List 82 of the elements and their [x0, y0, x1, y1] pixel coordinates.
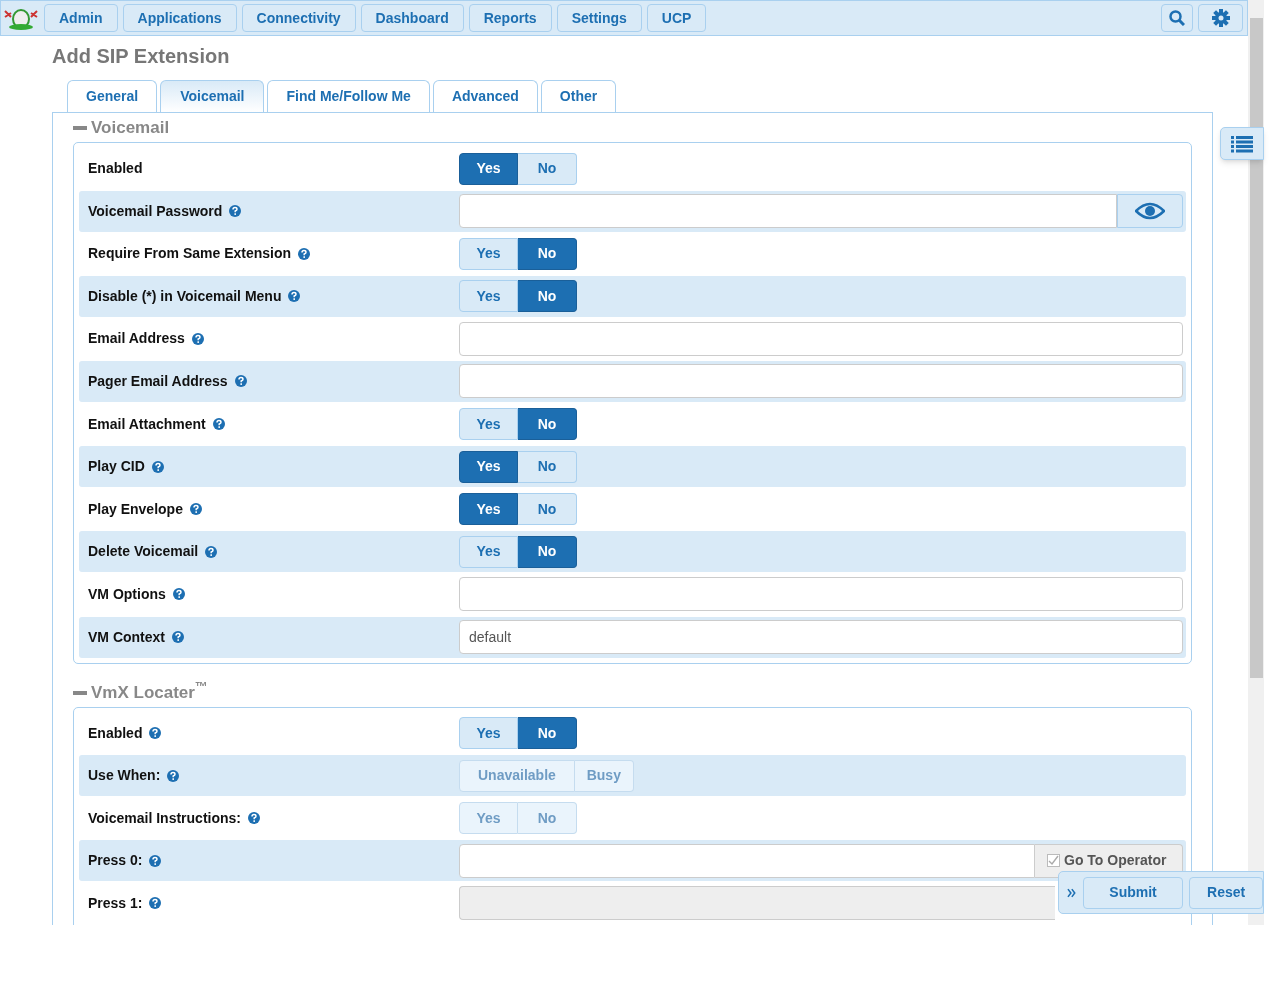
search-icon: [1169, 10, 1185, 26]
field-label: Email Attachment: [88, 414, 206, 434]
section-heading: VmX Locater$^{™}$: [91, 679, 208, 704]
toggle-option[interactable]: Yes: [459, 237, 518, 270]
nav-button[interactable]: Settings: [556, 4, 642, 32]
help-icon[interactable]: [212, 418, 225, 431]
text-field[interactable]: [459, 843, 1035, 878]
help-icon[interactable]: [151, 460, 164, 473]
field-label: Play Envelope: [88, 499, 183, 519]
text-field[interactable]: [459, 321, 1183, 356]
field-label: Play CID: [88, 457, 145, 477]
field-label: Delete Voicemail: [88, 542, 199, 562]
double-chevron-icon[interactable]: [1067, 887, 1077, 898]
checkbox-label: Go To Operator: [1064, 851, 1167, 871]
page-title: Add SIP Extension: [52, 44, 231, 69]
field-label: VM Options: [88, 584, 166, 604]
toggle-option[interactable]: No: [518, 408, 577, 441]
toggle-option[interactable]: No: [518, 237, 577, 270]
help-icon[interactable]: [149, 854, 162, 867]
help-icon[interactable]: [234, 375, 247, 388]
toggle-option[interactable]: Yes: [459, 493, 518, 526]
section-heading: Voicemail: [91, 117, 170, 140]
tab[interactable]: Voicemail: [160, 80, 265, 112]
reset-button[interactable]: Reset: [1189, 876, 1263, 909]
help-icon[interactable]: [288, 290, 301, 303]
settings-icon: [1211, 9, 1230, 27]
field-label: Press 1:: [88, 893, 143, 913]
toggle-option[interactable]: No: [518, 152, 577, 185]
field-label: Enabled: [88, 159, 143, 178]
show-password-button[interactable]: [1117, 194, 1183, 229]
nav-button[interactable]: Dashboard: [360, 4, 464, 32]
eye-icon: [1135, 202, 1165, 221]
collapse-icon[interactable]: [73, 690, 87, 695]
toggle-option[interactable]: No: [518, 450, 577, 483]
field-label: Voicemail Password: [88, 201, 223, 221]
nav-button[interactable]: Applications: [122, 4, 237, 32]
field-label: Enabled: [88, 723, 143, 743]
password-field[interactable]: [459, 194, 1117, 229]
help-icon[interactable]: [189, 503, 202, 516]
toggle-option[interactable]: Yes: [459, 280, 518, 313]
help-icon[interactable]: [298, 247, 311, 260]
scrollbar[interactable]: [1248, 0, 1264, 925]
toggle-option[interactable]: Yes: [459, 450, 518, 483]
help-icon[interactable]: [229, 205, 242, 218]
toggle-option[interactable]: No: [518, 280, 577, 313]
settings-button[interactable]: [1198, 4, 1243, 32]
nav-button[interactable]: UCP: [646, 4, 707, 32]
field-label: Press 0:: [88, 851, 143, 871]
search-button[interactable]: [1161, 4, 1193, 32]
nav-button[interactable]: Reports: [468, 4, 552, 32]
toggle-option[interactable]: No: [518, 493, 577, 526]
nav-button[interactable]: Connectivity: [241, 4, 356, 32]
tab[interactable]: General: [67, 80, 158, 112]
field-label: Voicemail Instructions:: [88, 808, 241, 828]
tab[interactable]: Advanced: [432, 80, 538, 112]
help-icon[interactable]: [205, 545, 218, 558]
tab[interactable]: Other: [540, 80, 617, 112]
text-field[interactable]: default: [459, 620, 1183, 655]
nav-button[interactable]: Admin: [44, 4, 118, 32]
toggle-option[interactable]: Yes: [459, 152, 518, 185]
text-field[interactable]: [459, 577, 1183, 612]
field-label: Email Address: [88, 329, 185, 349]
field-label: Pager Email Address: [88, 371, 228, 391]
outline-button[interactable]: [1220, 127, 1264, 160]
field-label: VM Context: [88, 627, 165, 647]
checkbox[interactable]: [1047, 854, 1060, 868]
list-icon: [1231, 134, 1253, 153]
toggle-option[interactable]: Yes: [459, 408, 518, 441]
field-label: Require From Same Extension: [88, 244, 292, 264]
tab[interactable]: Find Me/Follow Me: [267, 80, 430, 112]
help-icon[interactable]: [149, 727, 162, 740]
field-label: Use When:: [88, 766, 161, 786]
help-icon[interactable]: [172, 631, 184, 644]
text-field[interactable]: [459, 364, 1183, 399]
field-label: Disable (*) in Voicemail Menu: [88, 286, 282, 306]
toggle-option[interactable]: No: [518, 535, 577, 568]
toggle-option[interactable]: Yes: [459, 535, 518, 568]
submit-button[interactable]: Submit: [1082, 876, 1184, 909]
toggle-option[interactable]: Yes: [459, 717, 518, 750]
help-icon[interactable]: [172, 588, 185, 601]
help-icon[interactable]: [191, 332, 204, 345]
toggle-option[interactable]: No: [518, 717, 577, 750]
